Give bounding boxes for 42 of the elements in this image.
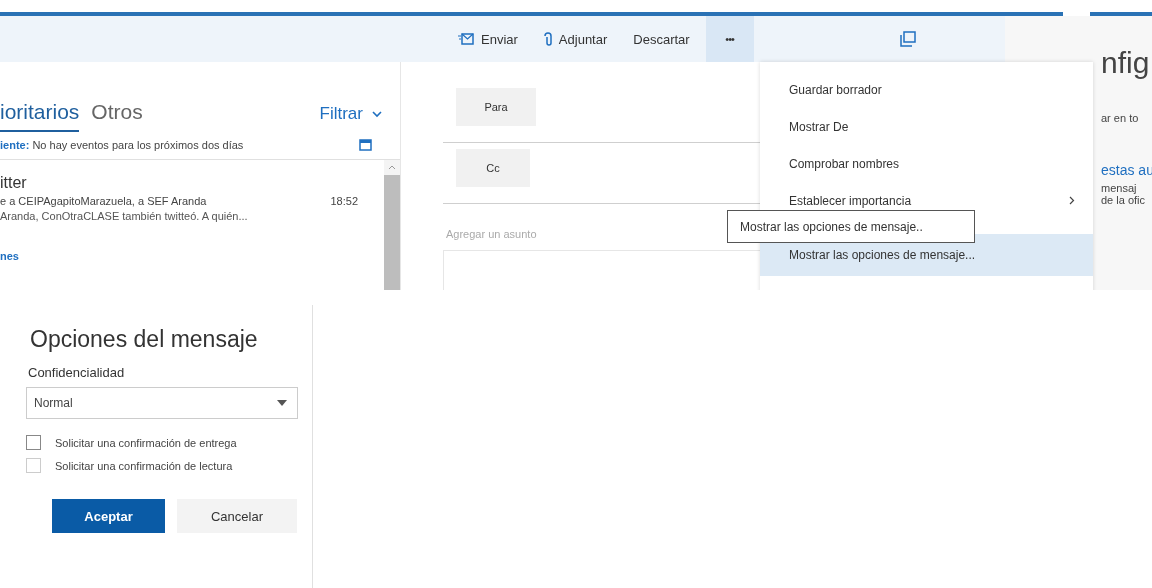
scrollbar[interactable] [384,160,400,290]
cancel-button[interactable]: Cancelar [177,499,297,533]
menu-item[interactable]: Guardar borrador [760,71,1093,108]
popout-icon [899,31,916,47]
agenda-text: iente: No hay eventos para los próximos dos días [0,138,244,151]
more-link[interactable]: nes [0,250,384,262]
message-subject: e a CEIPAgapitoMarazuela, a SEF Aranda [0,195,207,207]
sensitivity-dropdown[interactable]: Normal [26,387,298,419]
toolbar-button[interactable]: Descartar [623,16,700,62]
menu-item[interactable]: Comprobar nombres [760,145,1093,182]
scroll-up-icon[interactable] [388,165,396,170]
paperclip-icon [543,32,552,46]
sender-name: itter [0,174,28,192]
toolbar-button[interactable]: ••• [705,16,754,62]
message-preview: Aranda, ConOtraCLASE también twitteó. A quién... [0,210,249,222]
checkbox[interactable] [26,435,41,450]
calendar-icon[interactable] [359,138,372,151]
menu-item[interactable]: Mostrar De [760,108,1093,145]
chevron-down-icon [372,110,382,118]
field-label: Confidencialidad [28,365,126,380]
message-item[interactable]: itter e a CEIPAgapitoMarazuela, a SEF Aranda 18:52 Aranda, ConOtraCLASE también twitteó. A quién... [0,174,384,222]
checkbox-label: Solicitar una confirmación de entrega [55,436,237,449]
message-time: 18:52 [330,195,358,207]
settings-text: ar en to [1101,112,1140,124]
accept-button[interactable]: Aceptar [52,499,165,533]
checkbox[interactable] [26,458,41,473]
send-button[interactable]: Enviar [448,16,528,62]
settings-text: de la ofic [1101,194,1147,206]
settings-text: mensaj [1101,182,1138,194]
subject-field[interactable]: Agregar un asunto [443,208,646,250]
panel-title: nfig [1101,46,1151,80]
folder-tab[interactable]: ioritarios [0,100,80,132]
envelope-icon [458,33,474,45]
tooltip: Mostrar las opciones de mensaje.. [727,210,975,243]
cc-button[interactable]: Cc [456,149,530,187]
attach-button[interactable]: Adjuntar [533,16,618,62]
to-button[interactable]: Para [456,88,536,126]
dropdown-icon [277,400,287,406]
folder-tab[interactable]: Otros [91,100,143,132]
checkbox-label: Solicitar una confirmación de lectura [55,459,233,472]
filter-button[interactable]: Filtrar [319,104,382,132]
dialog-title: Opciones del mensaje [30,326,259,353]
